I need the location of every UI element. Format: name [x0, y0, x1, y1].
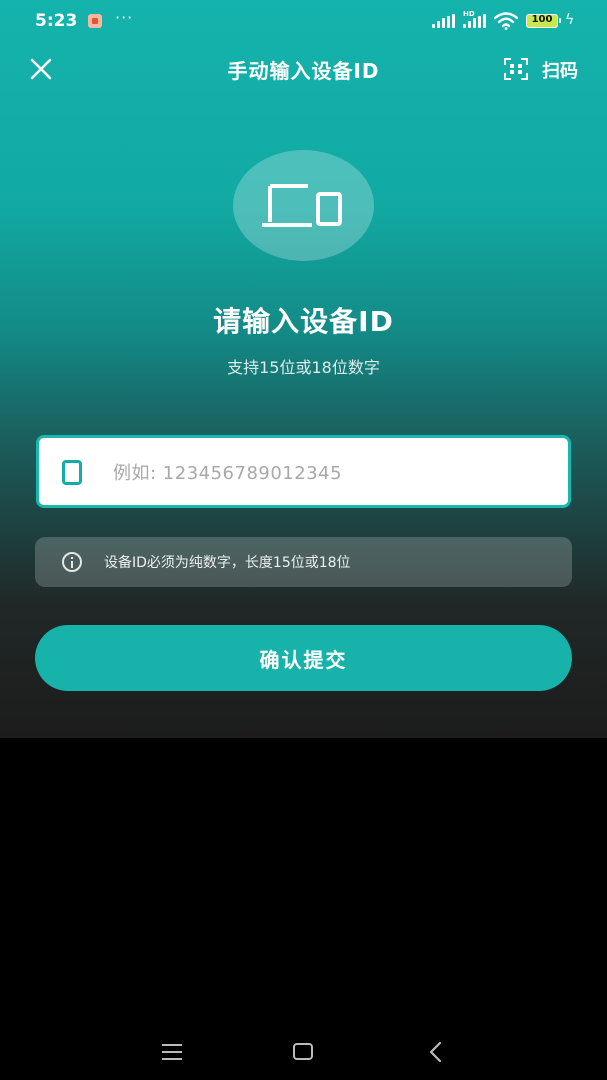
bolt-icon: ϟ	[565, 12, 575, 28]
scan-label: 扫码	[542, 61, 578, 82]
main-subtitle: 支持15位或18位数字	[227, 358, 380, 377]
signal-icon	[432, 14, 460, 28]
main-heading: 请输入设备ID	[213, 305, 394, 338]
device-icon	[262, 184, 342, 227]
hint-text: 设备ID必须为纯数字，长度15位或18位	[104, 555, 351, 571]
signal-2-icon	[463, 14, 491, 28]
status-bar: 5:23 ··· HD 100 ϟ	[0, 0, 607, 44]
submit-button[interactable]: 确认提交	[35, 625, 572, 691]
battery-icon: 100	[526, 14, 561, 28]
app-screen: 5:23 ··· HD 100 ϟ 手动输入设备ID 扫码 请输入设备ID 支持…	[0, 0, 607, 738]
qr-scan-icon	[504, 58, 528, 80]
more-notifications-icon: ···	[115, 8, 134, 27]
phone-icon	[62, 460, 82, 485]
info-icon	[62, 552, 82, 572]
wifi-icon	[494, 12, 518, 30]
device-id-input[interactable]	[111, 453, 555, 493]
status-time: 5:23	[35, 11, 78, 31]
scan-button[interactable]: 扫码	[504, 55, 594, 83]
menu-icon[interactable]	[162, 1044, 182, 1060]
battery-level: 100	[531, 14, 553, 25]
hint-banner: 设备ID必须为纯数字，长度15位或18位	[35, 537, 572, 587]
home-icon[interactable]	[293, 1043, 313, 1060]
notification-app-icon	[88, 14, 102, 28]
device-badge	[233, 150, 374, 261]
device-id-field[interactable]	[36, 435, 571, 508]
back-icon[interactable]	[426, 1041, 446, 1063]
